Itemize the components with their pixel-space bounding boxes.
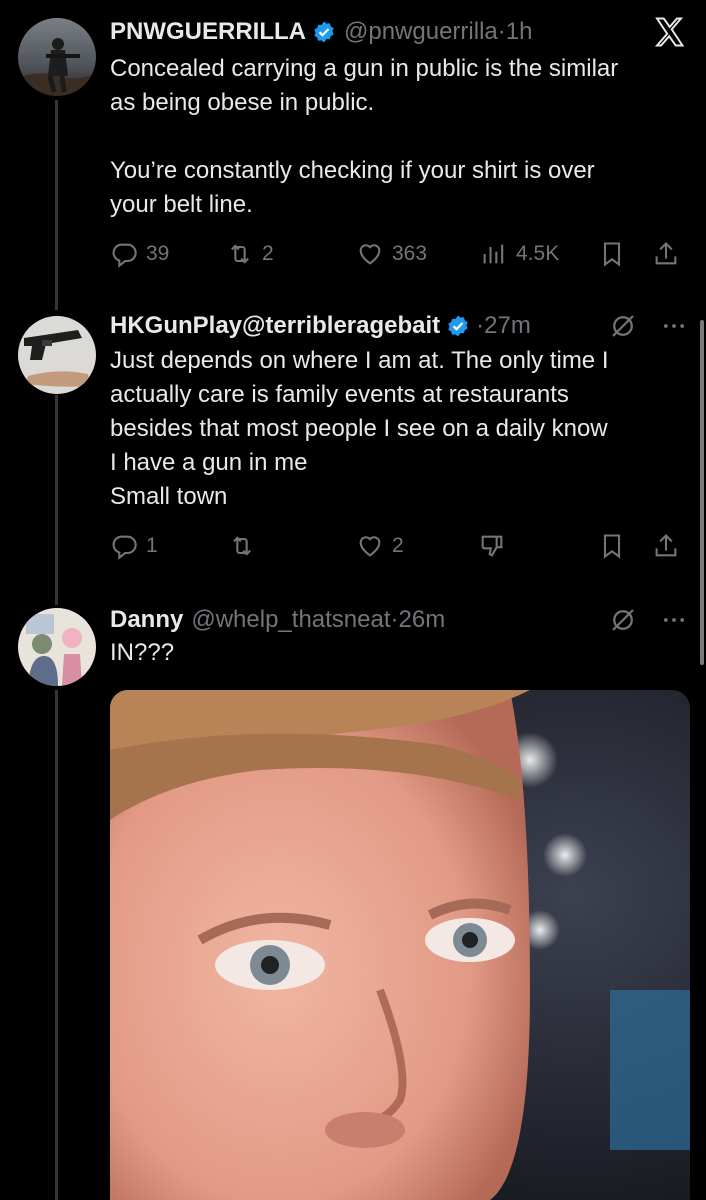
tweet-text: Concealed carrying a gun in public is th… [110,55,619,218]
like-count: 2 [392,534,404,557]
heart-icon [359,536,381,557]
reply-button[interactable]: 1 [110,532,158,560]
repost-icon [231,244,249,264]
grok-icon[interactable] [608,311,638,341]
reply-button[interactable]: 39 [110,240,169,268]
x-logo-icon[interactable] [650,14,688,50]
action-bar: 39 2 363 4.5K [110,236,686,272]
timestamp[interactable]: 26m [399,606,446,634]
like-count: 363 [392,242,428,265]
grok-icon[interactable] [608,605,638,635]
author-handle[interactable]: @terribleragebait [242,312,440,340]
verified-badge-icon [448,315,468,337]
separator-dot: · [390,606,399,633]
bookmark-button[interactable] [598,240,626,268]
dislike-button[interactable] [478,532,506,560]
avatar[interactable] [18,608,96,686]
author-handle[interactable]: @pnwguerrilla [344,18,498,46]
more-icon[interactable] [660,312,688,340]
heart-icon [359,244,381,265]
like-button[interactable]: 2 [356,532,404,560]
reply-count: 39 [146,242,170,265]
repost-icon [233,536,251,556]
header-right [608,602,688,638]
share-icon [655,534,677,557]
reply-count: 1 [146,534,158,557]
view-count: 4.5K [516,242,560,265]
separator-dot: · [497,18,506,45]
more-icon[interactable] [660,606,688,634]
timestamp[interactable]: 1h [506,18,533,46]
share-icon [655,242,677,265]
like-button[interactable]: 363 [356,240,427,268]
tweet-text: IN??? [110,639,175,666]
author-handle[interactable]: @whelp_thatsneat [191,606,390,634]
bookmark-button[interactable] [598,532,626,560]
bookmark-icon [603,534,621,559]
header-right [650,14,688,50]
tweet-header: PNWGUERRILLA @pnwguerrilla · 1h [110,14,688,50]
reply-tweet[interactable]: HKGunPlay @terribleragebait · 27m Just d… [0,300,706,590]
views-icon [483,244,504,264]
avatar[interactable] [18,18,96,96]
author-name[interactable]: HKGunPlay [110,312,242,340]
separator-dot: · [476,312,485,339]
tweet-text: Just depends on where I am at. The only … [110,347,609,510]
reply-icon [112,535,137,560]
avatar[interactable] [18,316,96,394]
tweet-media-image[interactable] [110,690,690,1200]
reply-icon [112,243,137,268]
verified-badge-icon [314,21,334,43]
tweet-header: Danny @whelp_thatsneat · 26m [110,602,688,638]
share-button[interactable] [652,532,680,560]
share-button[interactable] [652,240,680,268]
repost-button[interactable] [228,532,256,560]
author-name[interactable]: PNWGUERRILLA [110,18,306,46]
tweet-main[interactable]: PNWGUERRILLA @pnwguerrilla · 1h Conceale… [0,0,706,300]
scrollbar[interactable] [700,320,704,665]
repost-button[interactable]: 2 [226,240,274,268]
views-button[interactable]: 4.5K [480,240,559,268]
bookmark-icon [603,242,621,267]
action-bar: 1 2 [110,528,686,564]
repost-count: 2 [262,242,274,265]
tweet-header: HKGunPlay @terribleragebait · 27m [110,308,688,344]
author-name[interactable]: Danny [110,606,183,634]
dislike-icon [481,535,503,557]
header-right [608,308,688,344]
timestamp[interactable]: 27m [484,312,531,340]
